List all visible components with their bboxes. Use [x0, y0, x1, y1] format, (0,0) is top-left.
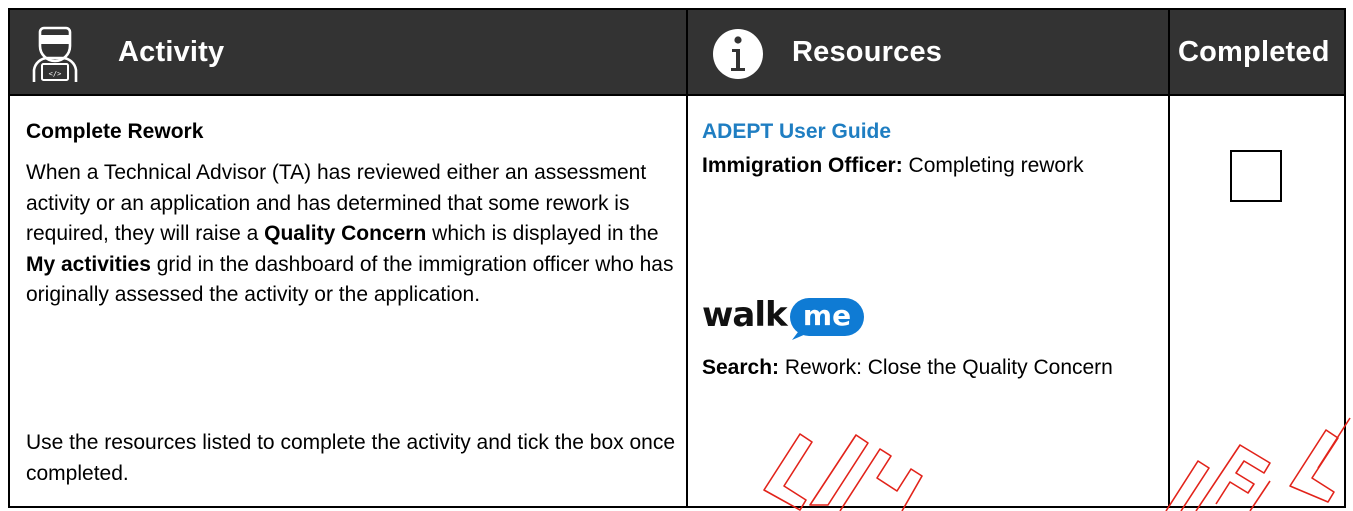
activity-description-text: which is displayed in the: [426, 222, 659, 245]
completed-column: Completed: [1168, 10, 1344, 506]
resources-column: Resources ADEPT User Guide Immigration O…: [686, 10, 1168, 506]
svg-text:me: me: [803, 299, 851, 332]
activity-header-title: Activity: [118, 36, 225, 68]
activity-title: Complete Rework: [26, 120, 204, 143]
my-activities-term: My activities: [26, 252, 151, 276]
activity-column: </> Activity Complete Rework When a Tech…: [10, 10, 686, 506]
walkme-search-resource: Search: Rework: Close the Quality Concer…: [702, 352, 1142, 383]
activity-body-cell: Complete Rework When a Technical Advisor…: [10, 98, 686, 506]
immigration-officer-resource: Immigration Officer: Completing rework: [702, 150, 1142, 181]
resources-header-cell: Resources: [688, 10, 1168, 96]
info-icon: [713, 29, 763, 79]
immigration-officer-text: Completing rework: [902, 154, 1084, 177]
search-text: Rework: Close the Quality Concern: [779, 356, 1113, 379]
completed-header-title: Completed: [1178, 36, 1330, 68]
adept-user-guide-link[interactable]: ADEPT User Guide: [702, 120, 891, 144]
resources-header-title: Resources: [792, 36, 943, 68]
activity-header-cell: </> Activity: [10, 10, 686, 96]
activity-description: When a Technical Advisor (TA) has review…: [26, 158, 676, 311]
svg-text:</>: </>: [49, 70, 62, 78]
walkme-logo[interactable]: walk me: [702, 292, 872, 342]
immigration-officer-label: Immigration Officer:: [702, 154, 903, 177]
svg-text:walk: walk: [702, 295, 789, 335]
developer-person-icon: </>: [32, 26, 78, 82]
completed-body-cell: [1170, 98, 1344, 506]
resources-body-cell: ADEPT User Guide Immigration Officer: Co…: [688, 98, 1168, 506]
activity-table: </> Activity Complete Rework When a Tech…: [8, 8, 1346, 508]
search-label: Search:: [702, 356, 780, 379]
activity-instruction: Use the resources listed to complete the…: [26, 431, 676, 485]
completed-header-cell: Completed: [1170, 10, 1344, 96]
completed-checkbox[interactable]: [1230, 150, 1282, 202]
quality-concern-term: Quality Concern: [264, 222, 427, 245]
